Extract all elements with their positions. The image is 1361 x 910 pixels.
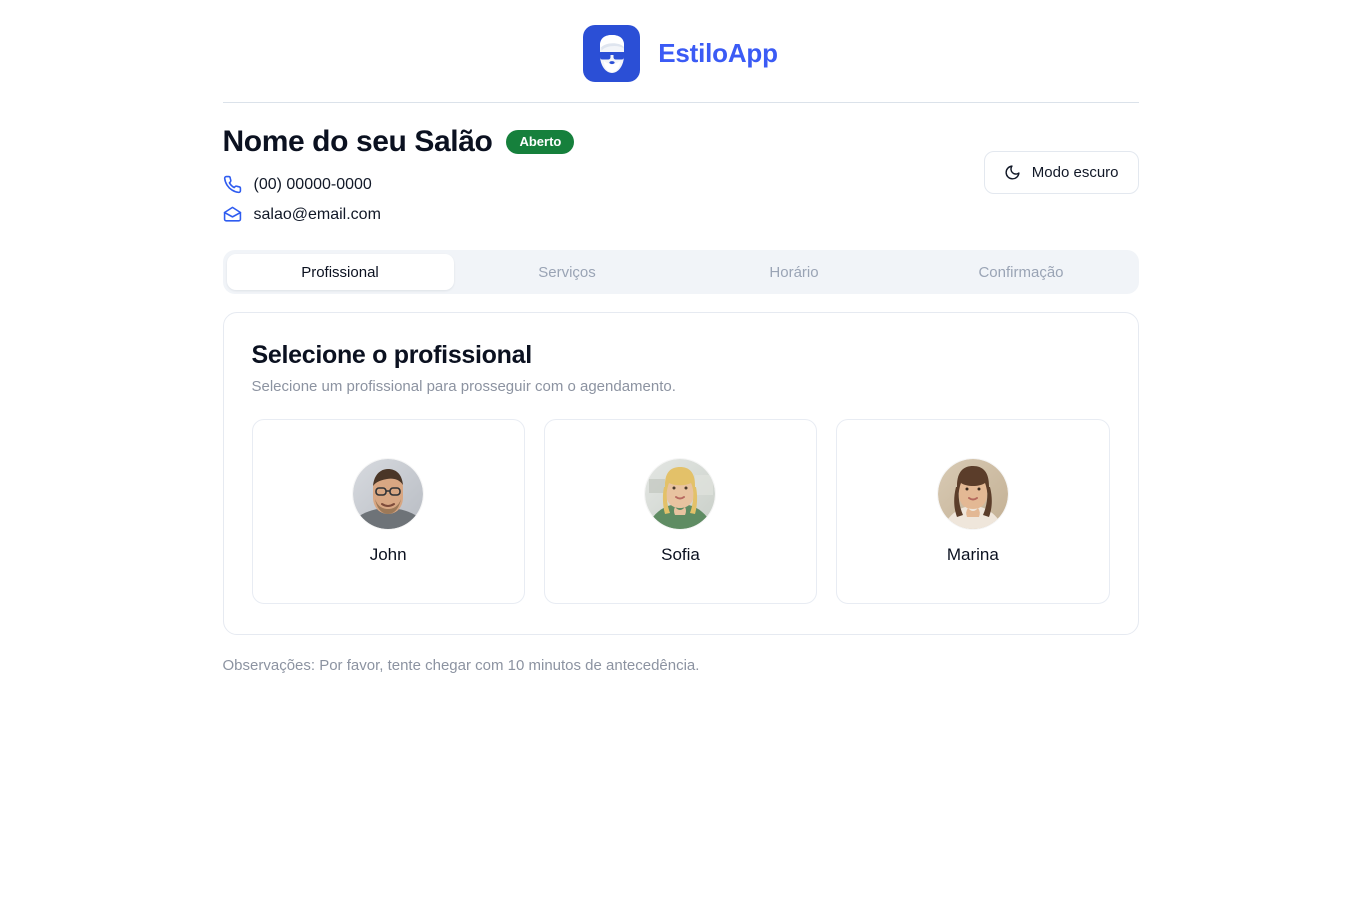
tab-confirmacao[interactable]: Confirmação <box>908 254 1135 290</box>
avatar <box>937 458 1008 529</box>
professional-card-marina[interactable]: Marina <box>836 419 1110 604</box>
app-page: EstiloApp Nome do seu Salão Aberto (00) … <box>0 0 1361 910</box>
professional-selection-panel: Selecione o profissional Selecione um pr… <box>222 312 1139 635</box>
moon-icon <box>1004 164 1021 181</box>
brand-header: EstiloApp <box>0 0 1361 102</box>
professional-grid: John Sofia Marina <box>251 419 1110 604</box>
tab-horario[interactable]: Horário <box>681 254 908 290</box>
professional-card-john[interactable]: John <box>251 419 525 604</box>
tab-servicos[interactable]: Serviços <box>454 254 681 290</box>
professional-name: Marina <box>946 544 999 564</box>
panel-subtitle: Selecione um profissional para prossegui… <box>251 378 676 395</box>
step-tabs: Profissional Serviços Horário Confirmaçã… <box>222 250 1139 294</box>
dark-mode-toggle[interactable]: Modo escuro <box>983 151 1139 194</box>
brand-logo <box>583 25 641 82</box>
contact-email-value: salao@email.com <box>253 205 381 223</box>
professional-name: Sofia <box>661 544 700 564</box>
page-title: Nome do seu Salão <box>222 125 493 158</box>
avatar <box>353 458 424 529</box>
observations-note: Observações: Por favor, tente chegar com… <box>222 657 700 674</box>
dark-mode-label: Modo escuro <box>1031 164 1119 181</box>
status-badge: Aberto <box>506 130 575 154</box>
avatar <box>645 458 716 529</box>
contact-phone-value: (00) 00000-0000 <box>253 175 372 193</box>
tab-profissional[interactable]: Profissional <box>226 254 454 290</box>
envelope-icon <box>223 205 242 224</box>
content-wrapper: Nome do seu Salão Aberto (00) 00000-0000 <box>222 103 1139 674</box>
professional-card-sofia[interactable]: Sofia <box>543 419 818 604</box>
professional-name: John <box>369 544 407 564</box>
brand-name: EstiloApp <box>658 38 778 68</box>
phone-icon <box>223 175 242 194</box>
panel-title: Selecione o profissional <box>251 341 533 369</box>
contact-email[interactable]: salao@email.com <box>223 205 1139 224</box>
